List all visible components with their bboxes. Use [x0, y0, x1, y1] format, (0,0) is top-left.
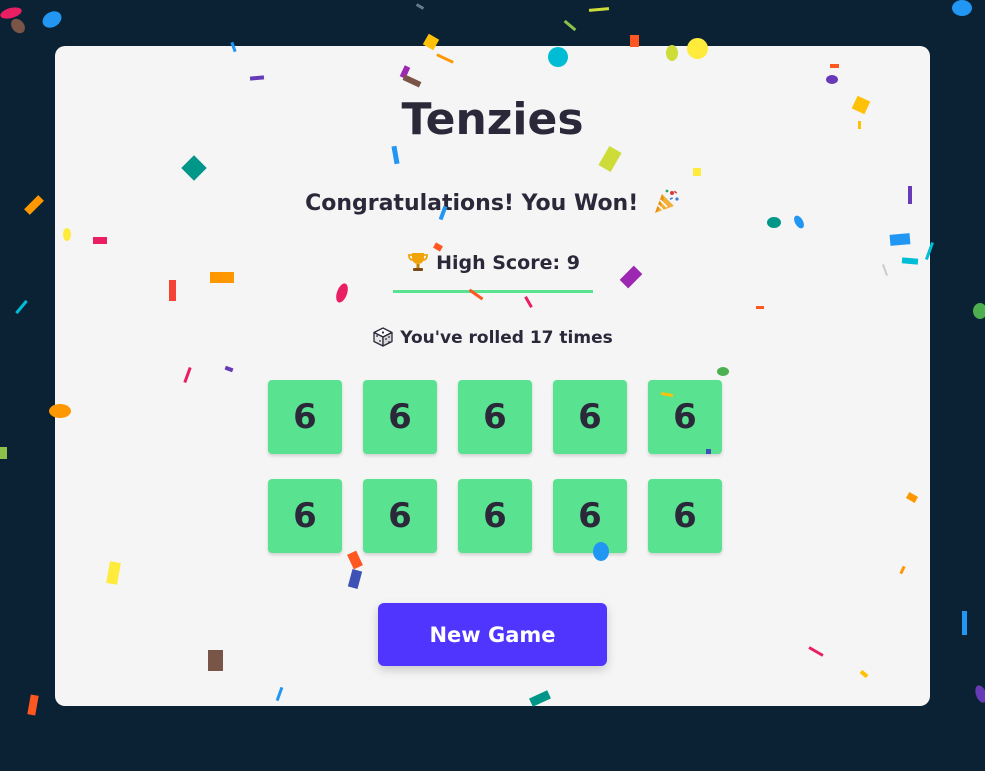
confetti-piece: [39, 8, 65, 31]
confetti-piece: [8, 16, 28, 36]
die[interactable]: 6: [553, 479, 627, 553]
confetti-piece: [0, 447, 7, 459]
confetti-piece: [952, 0, 972, 16]
die[interactable]: 6: [553, 380, 627, 454]
die[interactable]: 6: [363, 479, 437, 553]
high-score-underline: [393, 290, 593, 293]
die[interactable]: 6: [458, 479, 532, 553]
die[interactable]: 6: [458, 380, 532, 454]
high-score-text: High Score: 9: [436, 252, 580, 274]
die[interactable]: 6: [268, 380, 342, 454]
roll-counter-text: You've rolled 17 times: [400, 328, 613, 348]
new-game-button[interactable]: New Game: [378, 603, 607, 666]
dice-grid: 6 6 6 6 6 6 6 6 6 6: [268, 380, 722, 553]
win-message-text: Congratulations! You Won!: [305, 191, 639, 216]
confetti-piece: [962, 611, 967, 635]
confetti-piece: [973, 303, 985, 319]
confetti-piece: [973, 683, 985, 705]
die[interactable]: 6: [648, 380, 722, 454]
die[interactable]: 6: [648, 479, 722, 553]
roll-counter: You've rolled 17 times: [55, 326, 930, 350]
dice-icon: [372, 326, 394, 348]
game-card: Tenzies Congratulations! You Won! High S…: [55, 46, 930, 706]
confetti-piece: [563, 19, 577, 32]
confetti-piece: [588, 7, 610, 12]
trophy-icon: [406, 250, 430, 274]
die[interactable]: 6: [268, 479, 342, 553]
page-title: Tenzies: [401, 94, 584, 145]
confetti-piece: [27, 694, 39, 716]
high-score: High Score: 9: [393, 250, 593, 276]
win-message: Congratulations! You Won!: [55, 188, 930, 219]
die[interactable]: 6: [363, 380, 437, 454]
confetti-piece: [15, 299, 28, 315]
confetti-piece: [415, 3, 425, 10]
confetti-piece: [0, 5, 23, 21]
party-popper-icon: [652, 188, 680, 216]
confetti-piece: [24, 195, 44, 215]
